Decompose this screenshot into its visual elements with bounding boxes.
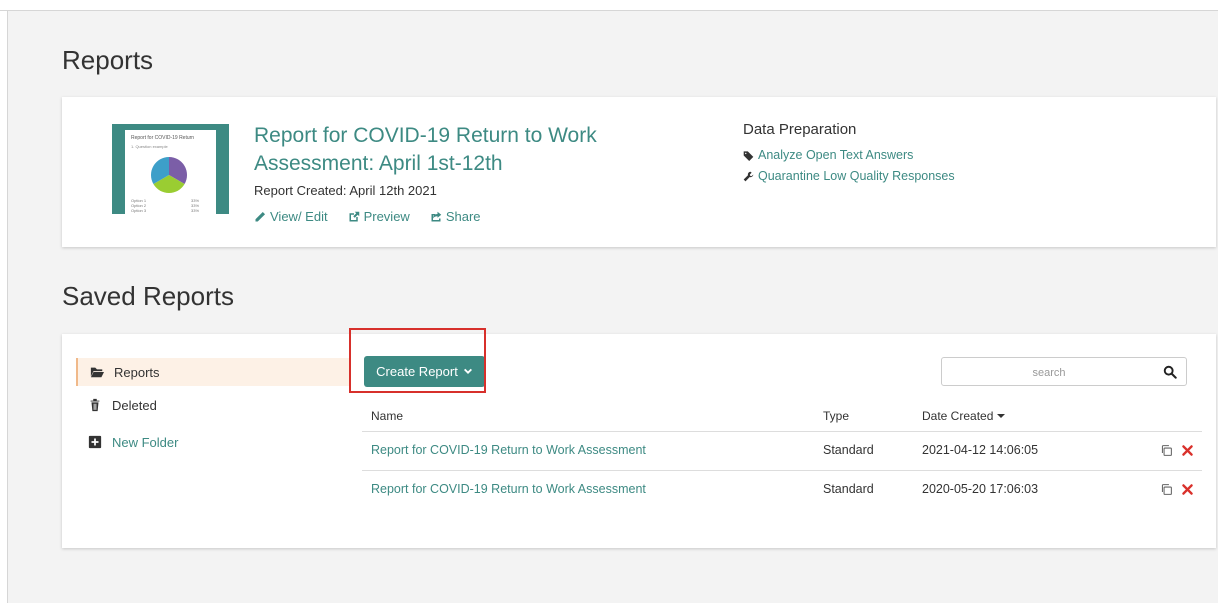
reports-page: Reports Report for COVID-19 Return 1. Qu… [8, 11, 1218, 603]
column-header-date-created[interactable]: Date Created [922, 409, 1006, 423]
view-edit-link[interactable]: View/ Edit [254, 209, 328, 224]
quarantine-responses-label: Quarantine Low Quality Responses [758, 169, 955, 183]
data-preparation-title: Data Preparation [743, 121, 857, 138]
report-type-cell: Standard [823, 443, 874, 457]
report-name-link[interactable]: Report for COVID-19 Return to Work Asses… [254, 122, 674, 178]
table-row: Report for COVID-19 Return to Work Asses… [362, 471, 1202, 509]
report-thumbnail[interactable]: Report for COVID-19 Return 1. Question e… [112, 124, 229, 214]
thumbnail-title: Report for COVID-19 Return [131, 135, 195, 141]
delete-icon[interactable] [1181, 483, 1194, 496]
thumbnail-preview: Report for COVID-19 Return 1. Question e… [125, 130, 216, 214]
report-name-cell[interactable]: Report for COVID-19 Return to Work Asses… [371, 443, 646, 457]
column-header-date-label: Date Created [922, 409, 994, 423]
copy-icon[interactable] [1160, 444, 1173, 457]
tags-icon [743, 150, 754, 161]
sidebar-item-label: Deleted [112, 397, 157, 413]
copy-icon[interactable] [1160, 483, 1173, 496]
page-title: Reports [62, 45, 154, 75]
thumbnail-percent-3: 33% [191, 208, 200, 213]
report-created-date: Report Created: April 12th 2021 [254, 183, 437, 198]
delete-icon[interactable] [1181, 444, 1194, 457]
sidebar-item-deleted[interactable]: Deleted [76, 391, 349, 419]
report-date-cell: 2020-05-20 17:06:03 [922, 482, 1039, 496]
chevron-down-icon [463, 368, 472, 374]
thumbnail-pie-chart [150, 157, 188, 194]
folder-open-icon [90, 367, 104, 378]
analyze-open-text-label: Analyze Open Text Answers [758, 148, 914, 162]
sort-desc-icon [997, 414, 1006, 418]
report-actions: View/ Edit Preview Share [254, 209, 481, 224]
search-input[interactable] [942, 358, 1156, 387]
report-card: Report for COVID-19 Return 1. Question e… [62, 97, 1216, 247]
plus-square-icon [88, 435, 102, 449]
share-label: Share [445, 209, 481, 224]
report-type-cell: Standard [823, 482, 874, 496]
column-header-name[interactable]: Name [371, 409, 403, 423]
sidebar-item-reports[interactable]: Reports [76, 358, 349, 386]
share-icon [431, 211, 442, 221]
pencil-icon [255, 211, 266, 221]
create-report-label: Create Report [376, 364, 458, 379]
create-report-button[interactable]: Create Report [364, 356, 485, 387]
report-date-cell: 2021-04-12 14:06:05 [922, 443, 1039, 457]
saved-reports-panel: Reports Deleted New Folder Create Report… [62, 334, 1216, 548]
new-folder-label: New Folder [112, 434, 179, 450]
thumbnail-subtitle: 1. Question example [131, 144, 168, 149]
search-box [941, 357, 1187, 387]
wrench-icon [743, 171, 754, 181]
report-name-cell[interactable]: Report for COVID-19 Return to Work Asses… [371, 482, 646, 496]
external-link-icon [349, 211, 359, 221]
share-link[interactable]: Share [430, 209, 481, 224]
preview-link[interactable]: Preview [348, 209, 410, 224]
sidebar-item-label: Reports [114, 364, 160, 380]
preview-label: Preview [363, 209, 410, 224]
trash-icon [90, 398, 100, 412]
saved-reports-title: Saved Reports [62, 281, 234, 311]
column-header-type[interactable]: Type [823, 409, 849, 423]
quarantine-responses-link[interactable]: Quarantine Low Quality Responses [743, 169, 955, 183]
analyze-open-text-link[interactable]: Analyze Open Text Answers [743, 148, 913, 162]
new-folder-link[interactable]: New Folder [76, 428, 349, 456]
table-row: Report for COVID-19 Return to Work Asses… [362, 432, 1202, 470]
view-edit-label: View/ Edit [270, 209, 328, 224]
search-icon[interactable] [1163, 365, 1177, 379]
thumbnail-option-3: Option 3 [131, 208, 147, 213]
